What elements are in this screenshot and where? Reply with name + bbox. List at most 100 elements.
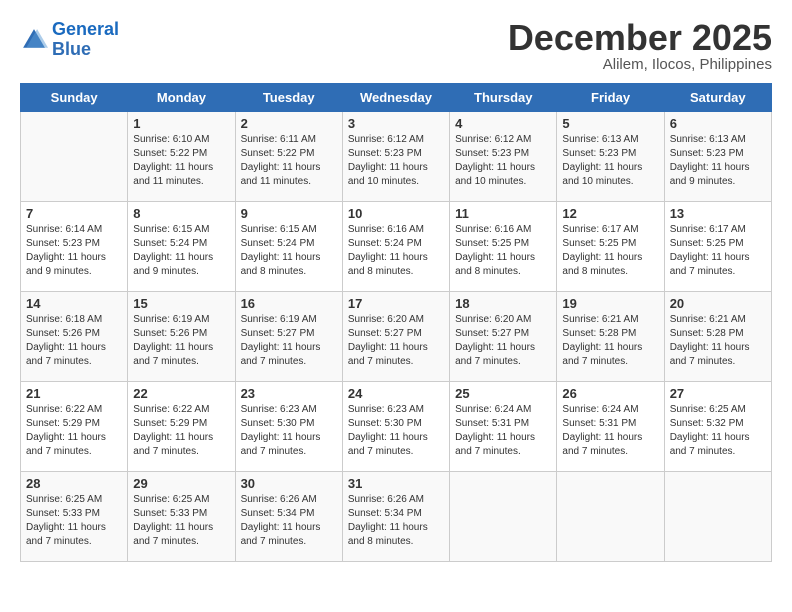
day-header-friday: Friday [557, 84, 664, 112]
day-info: Sunrise: 6:24 AM Sunset: 5:31 PM Dayligh… [455, 403, 551, 459]
day-number: 23 [241, 386, 337, 401]
day-info: Sunrise: 6:15 AM Sunset: 5:24 PM Dayligh… [133, 223, 229, 279]
day-info: Sunrise: 6:25 AM Sunset: 5:33 PM Dayligh… [26, 493, 122, 549]
day-info: Sunrise: 6:13 AM Sunset: 5:23 PM Dayligh… [670, 133, 766, 189]
day-number: 25 [455, 386, 551, 401]
day-number: 7 [26, 206, 122, 221]
calendar-cell: 5 Sunrise: 6:13 AM Sunset: 5:23 PM Daylig… [557, 112, 664, 202]
day-info: Sunrise: 6:22 AM Sunset: 5:29 PM Dayligh… [133, 403, 229, 459]
day-number: 17 [348, 296, 444, 311]
week-row-4: 21 Sunrise: 6:22 AM Sunset: 5:29 PM Dayli… [21, 382, 772, 472]
day-info: Sunrise: 6:12 AM Sunset: 5:23 PM Dayligh… [455, 133, 551, 189]
day-info: Sunrise: 6:11 AM Sunset: 5:22 PM Dayligh… [241, 133, 337, 189]
day-header-monday: Monday [128, 84, 235, 112]
day-number: 11 [455, 206, 551, 221]
calendar-cell [557, 472, 664, 562]
calendar-cell: 24Sunrise: 6:23 AM Sunset: 5:30 PM Dayli… [342, 382, 449, 472]
day-info: Sunrise: 6:12 AM Sunset: 5:23 PM Dayligh… [348, 133, 444, 189]
calendar-cell: 26 Sunrise: 6:24 AM Sunset: 5:31 PM Dayli… [557, 382, 664, 472]
week-row-2: 7 Sunrise: 6:14 AM Sunset: 5:23 PM Daylig… [21, 202, 772, 292]
calendar-cell: 14 Sunrise: 6:18 AM Sunset: 5:26 PM Dayli… [21, 292, 128, 382]
day-number: 26 [562, 386, 658, 401]
day-info: Sunrise: 6:18 AM Sunset: 5:26 PM Dayligh… [26, 313, 122, 369]
calendar-cell: 16Sunrise: 6:19 AM Sunset: 5:27 PM Dayli… [235, 292, 342, 382]
calendar-cell: 1Sunrise: 6:10 AM Sunset: 5:22 PM Daylig… [128, 112, 235, 202]
day-info: Sunrise: 6:17 AM Sunset: 5:25 PM Dayligh… [562, 223, 658, 279]
calendar-header-row: SundayMondayTuesdayWednesdayThursdayFrid… [21, 84, 772, 112]
calendar-cell: 9 Sunrise: 6:15 AM Sunset: 5:24 PM Daylig… [235, 202, 342, 292]
calendar-cell: 13 Sunrise: 6:17 AM Sunset: 5:25 PM Dayli… [664, 202, 771, 292]
day-info: Sunrise: 6:14 AM Sunset: 5:23 PM Dayligh… [26, 223, 122, 279]
day-info: Sunrise: 6:16 AM Sunset: 5:25 PM Dayligh… [455, 223, 551, 279]
calendar-cell: 4 Sunrise: 6:12 AM Sunset: 5:23 PM Daylig… [450, 112, 557, 202]
week-row-1: 1Sunrise: 6:10 AM Sunset: 5:22 PM Daylig… [21, 112, 772, 202]
day-number: 19 [562, 296, 658, 311]
day-info: Sunrise: 6:22 AM Sunset: 5:29 PM Dayligh… [26, 403, 122, 459]
month-title: December 2025 [508, 20, 772, 56]
day-info: Sunrise: 6:15 AM Sunset: 5:24 PM Dayligh… [241, 223, 337, 279]
logo-line1: General [52, 19, 119, 39]
page-header: General Blue December 2025 Alilem, Iloco… [20, 20, 772, 73]
day-header-thursday: Thursday [450, 84, 557, 112]
calendar-cell [21, 112, 128, 202]
calendar-cell: 19 Sunrise: 6:21 AM Sunset: 5:28 PM Dayli… [557, 292, 664, 382]
week-row-5: 28Sunrise: 6:25 AM Sunset: 5:33 PM Dayli… [21, 472, 772, 562]
day-info: Sunrise: 6:17 AM Sunset: 5:25 PM Dayligh… [670, 223, 766, 279]
day-number: 1 [133, 116, 229, 131]
day-number: 20 [670, 296, 766, 311]
calendar-cell: 6Sunrise: 6:13 AM Sunset: 5:23 PM Daylig… [664, 112, 771, 202]
day-number: 21 [26, 386, 122, 401]
calendar-cell: 12 Sunrise: 6:17 AM Sunset: 5:25 PM Dayli… [557, 202, 664, 292]
day-number: 3 [348, 116, 444, 131]
calendar-cell: 2Sunrise: 6:11 AM Sunset: 5:22 PM Daylig… [235, 112, 342, 202]
calendar-cell: 28Sunrise: 6:25 AM Sunset: 5:33 PM Dayli… [21, 472, 128, 562]
calendar-cell: 21 Sunrise: 6:22 AM Sunset: 5:29 PM Dayli… [21, 382, 128, 472]
day-number: 31 [348, 476, 444, 491]
day-header-tuesday: Tuesday [235, 84, 342, 112]
calendar-cell: 3 Sunrise: 6:12 AM Sunset: 5:23 PM Daylig… [342, 112, 449, 202]
day-info: Sunrise: 6:26 AM Sunset: 5:34 PM Dayligh… [241, 493, 337, 549]
day-number: 12 [562, 206, 658, 221]
calendar-cell: 7 Sunrise: 6:14 AM Sunset: 5:23 PM Daylig… [21, 202, 128, 292]
day-number: 22 [133, 386, 229, 401]
day-info: Sunrise: 6:24 AM Sunset: 5:31 PM Dayligh… [562, 403, 658, 459]
day-info: Sunrise: 6:23 AM Sunset: 5:30 PM Dayligh… [348, 403, 444, 459]
day-info: Sunrise: 6:20 AM Sunset: 5:27 PM Dayligh… [455, 313, 551, 369]
day-info: Sunrise: 6:16 AM Sunset: 5:24 PM Dayligh… [348, 223, 444, 279]
calendar-cell: 31 Sunrise: 6:26 AM Sunset: 5:34 PM Dayli… [342, 472, 449, 562]
day-header-sunday: Sunday [21, 84, 128, 112]
day-number: 10 [348, 206, 444, 221]
title-block: December 2025 Alilem, Ilocos, Philippine… [508, 20, 772, 73]
day-number: 4 [455, 116, 551, 131]
day-number: 29 [133, 476, 229, 491]
day-number: 13 [670, 206, 766, 221]
day-number: 14 [26, 296, 122, 311]
calendar-cell: 29 Sunrise: 6:25 AM Sunset: 5:33 PM Dayli… [128, 472, 235, 562]
logo: General Blue [20, 20, 119, 60]
day-number: 18 [455, 296, 551, 311]
calendar-cell: 23Sunrise: 6:23 AM Sunset: 5:30 PM Dayli… [235, 382, 342, 472]
day-info: Sunrise: 6:26 AM Sunset: 5:34 PM Dayligh… [348, 493, 444, 549]
calendar-cell [664, 472, 771, 562]
day-number: 9 [241, 206, 337, 221]
day-info: Sunrise: 6:25 AM Sunset: 5:33 PM Dayligh… [133, 493, 229, 549]
calendar-cell: 15 Sunrise: 6:19 AM Sunset: 5:26 PM Dayli… [128, 292, 235, 382]
calendar-cell: 30 Sunrise: 6:26 AM Sunset: 5:34 PM Dayli… [235, 472, 342, 562]
day-info: Sunrise: 6:20 AM Sunset: 5:27 PM Dayligh… [348, 313, 444, 369]
day-number: 30 [241, 476, 337, 491]
logo-text: General Blue [52, 20, 119, 60]
day-info: Sunrise: 6:21 AM Sunset: 5:28 PM Dayligh… [562, 313, 658, 369]
calendar-table: SundayMondayTuesdayWednesdayThursdayFrid… [20, 83, 772, 562]
logo-line2: Blue [52, 39, 91, 59]
calendar-cell: 11 Sunrise: 6:16 AM Sunset: 5:25 PM Dayli… [450, 202, 557, 292]
day-info: Sunrise: 6:13 AM Sunset: 5:23 PM Dayligh… [562, 133, 658, 189]
day-header-saturday: Saturday [664, 84, 771, 112]
calendar-cell [450, 472, 557, 562]
day-number: 15 [133, 296, 229, 311]
logo-icon [20, 26, 48, 54]
day-number: 5 [562, 116, 658, 131]
day-header-wednesday: Wednesday [342, 84, 449, 112]
calendar-cell: 22 Sunrise: 6:22 AM Sunset: 5:29 PM Dayli… [128, 382, 235, 472]
day-info: Sunrise: 6:25 AM Sunset: 5:32 PM Dayligh… [670, 403, 766, 459]
day-info: Sunrise: 6:19 AM Sunset: 5:26 PM Dayligh… [133, 313, 229, 369]
